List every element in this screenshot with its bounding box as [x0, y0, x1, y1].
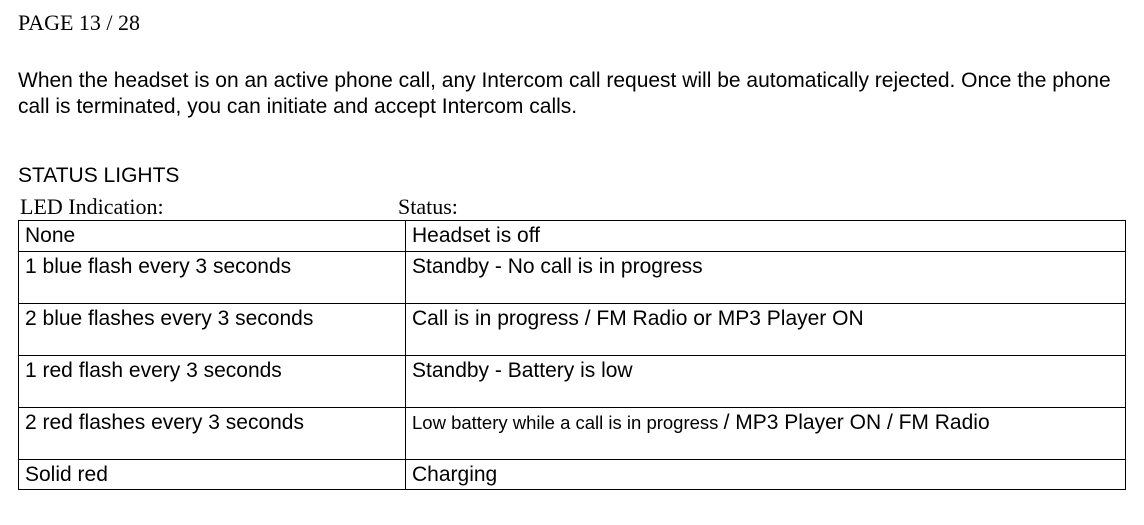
table-row: 2 blue flashes every 3 secondsCall is in… — [19, 303, 1126, 355]
led-indication-cell: 2 blue flashes every 3 seconds — [19, 303, 406, 355]
led-indication-cell: 1 blue flash every 3 seconds — [19, 251, 406, 303]
table-header-status: Status: — [392, 194, 1126, 220]
section-heading-status-lights: STATUS LIGHTS — [18, 163, 1126, 188]
table-row: 1 blue flash every 3 secondsStandby - No… — [19, 251, 1126, 303]
table-headers-row: LED Indication: Status: — [18, 194, 1126, 220]
status-cell: Standby - Battery is low — [406, 355, 1126, 407]
table-row: NoneHeadset is off — [19, 221, 1126, 251]
led-indication-cell: 1 red flash every 3 seconds — [19, 355, 406, 407]
status-text-normal: / MP3 Player ON / FM Radio — [724, 411, 990, 434]
table-header-led: LED Indication: — [18, 194, 392, 220]
led-indication-cell: None — [19, 221, 406, 251]
table-row: 1 red flash every 3 secondsStandby - Bat… — [19, 355, 1126, 407]
status-lights-table: NoneHeadset is off1 blue flash every 3 s… — [18, 220, 1126, 490]
page-number: PAGE 13 / 28 — [18, 10, 1126, 36]
status-text-small: Low battery while a call is in progress — [412, 412, 724, 433]
status-cell: Standby - No call is in progress — [406, 251, 1126, 303]
status-cell: Call is in progress / FM Radio or MP3 Pl… — [406, 303, 1126, 355]
status-cell: Charging — [406, 460, 1126, 490]
body-paragraph: When the headset is on an active phone c… — [18, 68, 1126, 118]
led-indication-cell: 2 red flashes every 3 seconds — [19, 408, 406, 460]
led-indication-cell: Solid red — [19, 460, 406, 490]
table-row: 2 red flashes every 3 secondsLow battery… — [19, 408, 1126, 460]
table-row: Solid redCharging — [19, 460, 1126, 490]
status-cell: Low battery while a call is in progress … — [406, 408, 1126, 460]
status-cell: Headset is off — [406, 221, 1126, 251]
